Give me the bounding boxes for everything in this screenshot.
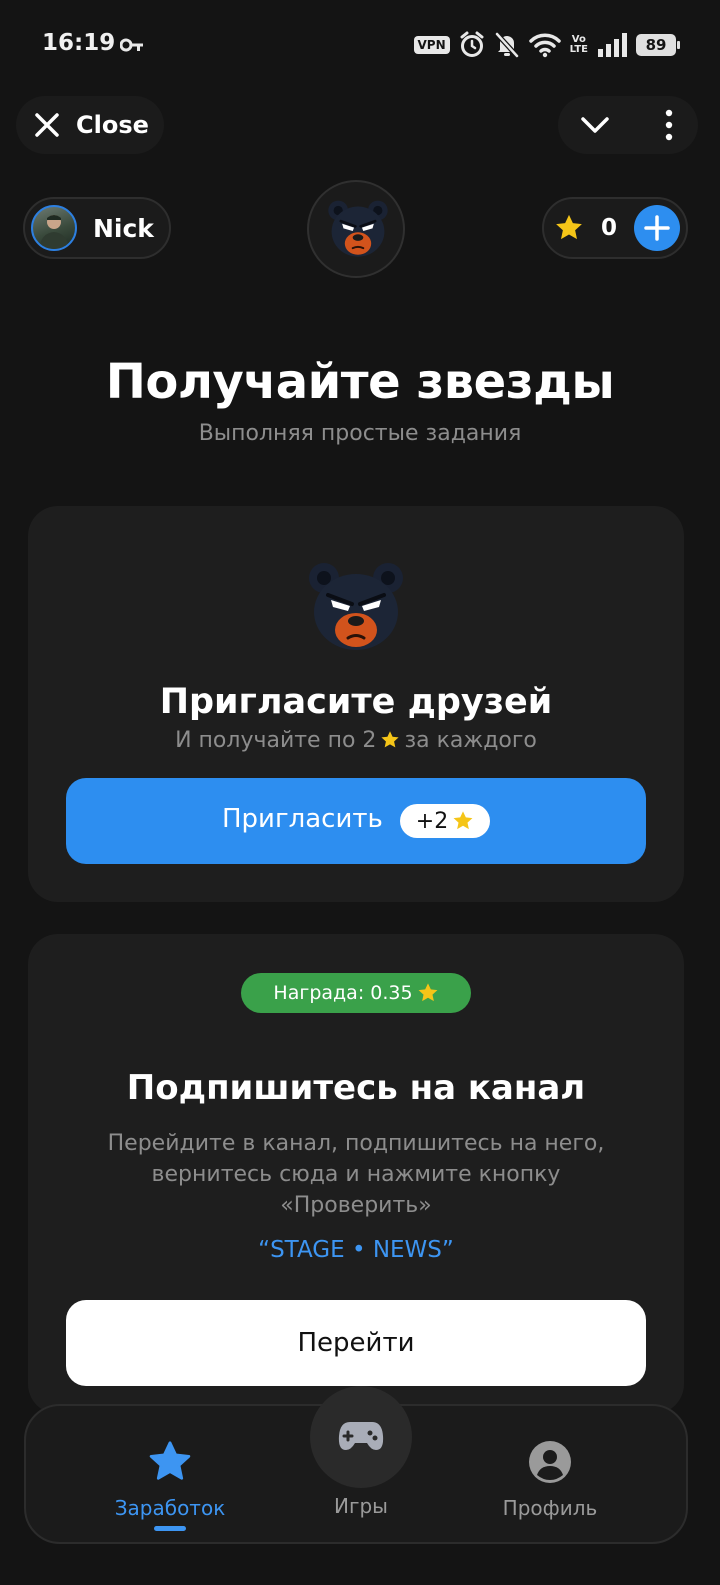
avatar <box>31 205 77 251</box>
bear-mascot-icon <box>309 563 403 650</box>
invite-bonus-chip: +2 <box>400 804 490 838</box>
balance-pill: 0 <box>542 197 688 259</box>
page-subtitle: Выполняя простые задания <box>198 421 522 446</box>
wifi-icon <box>528 33 561 58</box>
subscribe-task-card: Награда: 0.35 Подпишитесь на канал Перей… <box>28 934 684 1414</box>
reward-badge: Награда: 0.35 <box>241 973 471 1013</box>
status-bar: 16:19 VPN Vo LTE 89 <box>0 0 720 92</box>
page-title: Получайте звезды <box>105 354 615 410</box>
nav-label-profile: Профиль <box>502 1496 598 1520</box>
nav-label-games: Игры <box>334 1494 388 1518</box>
invite-subtitle-before: И получайте по 2 <box>175 728 377 753</box>
plus-icon <box>644 215 670 241</box>
user-name: Nick <box>93 213 154 243</box>
chevron-down-icon[interactable] <box>578 108 612 142</box>
task-title: Подпишитесь на канал <box>126 1068 586 1108</box>
nav-item-profile[interactable]: Профиль <box>470 1406 630 1546</box>
active-tab-indicator <box>154 1526 186 1531</box>
add-stars-button[interactable] <box>634 205 680 251</box>
status-icons: VPN Vo LTE 89 <box>413 30 680 60</box>
volte-bottom: LTE <box>569 44 588 55</box>
gamepad-icon <box>338 1422 384 1450</box>
more-vertical-icon[interactable] <box>654 108 684 142</box>
nav-item-earn[interactable]: Заработок <box>90 1406 250 1546</box>
invite-subtitle-after: за каждого <box>404 728 537 753</box>
star-icon <box>418 983 438 1002</box>
status-time: 16:19 <box>42 30 116 56</box>
alarm-icon <box>460 31 484 57</box>
go-to-channel-button[interactable]: Перейти <box>66 1300 646 1386</box>
volte-icon: Vo LTE <box>570 35 588 55</box>
star-icon <box>453 811 473 830</box>
channel-name[interactable]: “STAGE • NEWS” <box>28 1237 684 1263</box>
user-pill[interactable]: Nick <box>23 197 171 259</box>
balance-value: 0 <box>601 215 618 241</box>
bear-logo <box>307 180 405 278</box>
user-circle-icon <box>529 1441 571 1483</box>
vpn-icon: VPN <box>413 36 450 54</box>
task-description: Перейдите в канал, подпишитесь на него, … <box>107 1131 605 1218</box>
key-icon <box>120 38 143 52</box>
invite-card: Пригласите друзей И получайте по 2 за каж… <box>28 506 684 902</box>
star-icon <box>556 214 582 240</box>
close-icon <box>35 113 59 137</box>
battery-icon: 89 <box>636 34 680 56</box>
close-label: Close <box>76 111 149 139</box>
bear-logo-icon <box>328 200 388 257</box>
avatar-figure <box>39 215 69 249</box>
star-icon <box>381 731 400 748</box>
bell-off-icon <box>494 32 519 58</box>
close-button[interactable]: Close <box>16 96 164 154</box>
invite-bonus-value: +2 <box>415 808 449 834</box>
mini-app-screen: 16:19 VPN Vo LTE 89 Close Nick 0 Получай… <box>0 0 720 1585</box>
invite-button[interactable]: Пригласить +2 <box>66 778 646 864</box>
invite-title: Пригласите друзей <box>159 682 553 722</box>
reward-text: Награда: 0.35 <box>273 982 413 1004</box>
menu-pill <box>558 96 698 154</box>
signal-icon <box>598 33 627 57</box>
nav-label-earn: Заработок <box>114 1496 226 1520</box>
invite-button-label: Пригласить <box>222 804 383 834</box>
invite-subtitle: И получайте по 2 за каждого <box>28 728 684 753</box>
nav-item-games[interactable] <box>310 1386 412 1488</box>
star-icon <box>149 1441 191 1480</box>
